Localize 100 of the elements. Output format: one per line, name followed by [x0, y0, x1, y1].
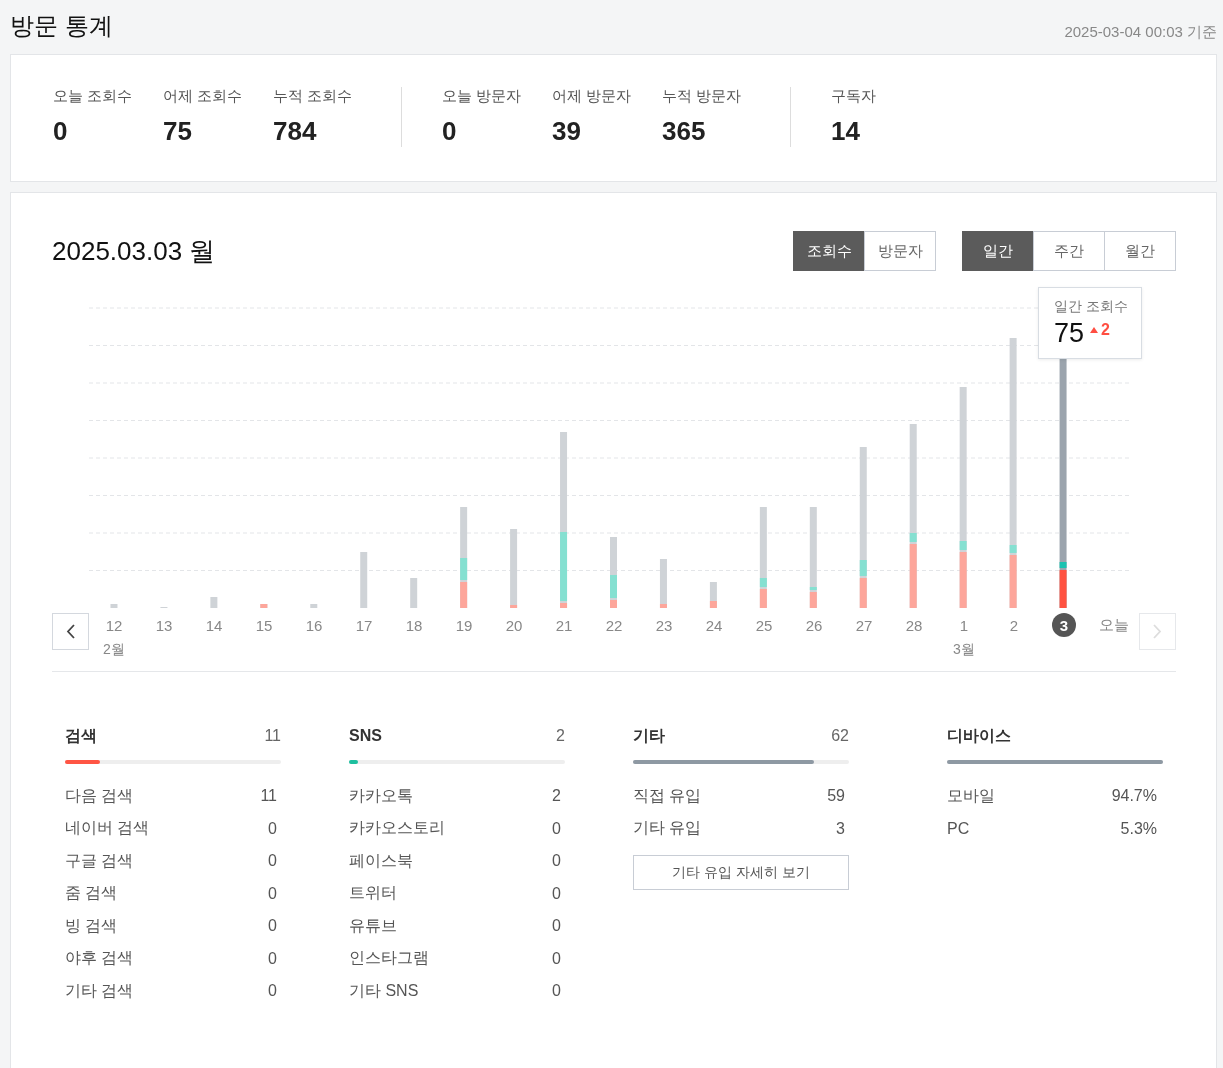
details-button[interactable]: 기타 유입 자세히 보기 [633, 855, 849, 890]
source-label: 네이버 검색 [65, 818, 150, 839]
day-label[interactable]: 13 [152, 613, 176, 637]
source-total: 2 [556, 727, 565, 745]
stat-label: 어제 조회수 [163, 87, 244, 106]
source-value: 59 [827, 787, 845, 806]
stacked-bar [610, 537, 617, 608]
day-label[interactable]: 18 [402, 613, 426, 637]
metric-tab[interactable]: 조회수 [793, 231, 865, 271]
stat-label: 오늘 방문자 [442, 87, 523, 106]
source-value: 0 [268, 819, 277, 838]
day-label[interactable]: 21 [552, 613, 576, 637]
day-label[interactable]: 27 [852, 613, 876, 637]
period-tab[interactable]: 일간 [962, 231, 1034, 271]
source-value: 0 [268, 949, 277, 968]
day-label[interactable]: 28 [902, 613, 926, 637]
day-label[interactable]: 오늘 [1097, 613, 1131, 637]
source-value: 0 [552, 852, 561, 871]
stat-label: 누적 조회수 [273, 87, 354, 106]
tooltip-label: 일간 조회수 [1054, 298, 1129, 316]
source-label: 다음 검색 [65, 785, 134, 806]
source-title: 기타 [633, 725, 665, 746]
timestamp: 2025-03-04 00:03 기준 [1064, 23, 1217, 42]
source-label: 구글 검색 [65, 850, 134, 871]
day-label[interactable]: 25 [752, 613, 776, 637]
stacked-bar [360, 552, 368, 608]
source-label: 모바일 [947, 785, 995, 806]
source-label: 카카오스토리 [349, 818, 445, 839]
stat-label: 누적 방문자 [662, 87, 743, 106]
up-triangle-icon [1090, 326, 1099, 333]
source-label: 유튜브 [349, 915, 397, 936]
source-label: 야후 검색 [65, 948, 134, 969]
source-value: 3 [836, 819, 845, 838]
source-title: 검색 [65, 725, 97, 746]
source-label: 기타 검색 [65, 980, 134, 1001]
day-label[interactable]: 26 [802, 613, 826, 637]
source-value: 0 [268, 917, 277, 936]
source-value: 0 [268, 852, 277, 871]
stat-value: 784 [273, 116, 318, 147]
source-label: 기타 유입 [633, 818, 702, 839]
chevron-left-icon [66, 624, 75, 639]
source-value: 0 [552, 949, 561, 968]
day-label[interactable]: 2 [1002, 613, 1026, 637]
stat-label: 오늘 조회수 [53, 87, 134, 106]
stat-label: 구독자 [831, 87, 877, 106]
source-value: 11 [260, 787, 277, 806]
source-label: 직접 유입 [633, 785, 702, 806]
source-total: 62 [831, 727, 849, 745]
month-label: 3월 [953, 641, 975, 659]
chevron-right-icon [1153, 624, 1162, 639]
source-value: 0 [552, 982, 561, 1001]
stat-label: 어제 방문자 [552, 87, 633, 106]
source-value: 0 [268, 884, 277, 903]
day-label[interactable]: 24 [702, 613, 726, 637]
stat-value: 365 [662, 116, 707, 147]
stacked-bar [260, 604, 268, 608]
source-label: 카카오톡 [349, 785, 413, 806]
day-label[interactable]: 15 [252, 613, 276, 637]
source-value: 0 [552, 884, 561, 903]
source-label: 페이스북 [349, 850, 413, 871]
metric-tab[interactable]: 방문자 [864, 231, 936, 271]
period-tab[interactable]: 월간 [1104, 231, 1176, 271]
day-label[interactable]: 20 [502, 613, 526, 637]
stacked-bar [210, 597, 218, 608]
source-label: 빙 검색 [65, 915, 118, 936]
source-value: 94.7% [1111, 787, 1157, 806]
day-label[interactable]: 23 [652, 613, 676, 637]
day-label[interactable]: 19 [452, 613, 476, 637]
page-title: 방문 통계 [10, 11, 113, 41]
day-label[interactable]: 1 [952, 613, 976, 637]
source-title: SNS [349, 727, 382, 745]
stacked-bar [709, 582, 717, 608]
source-label: PC [947, 819, 970, 838]
day-label[interactable]: 3 [1052, 613, 1076, 637]
day-label[interactable]: 16 [302, 613, 326, 637]
stacked-bar [110, 604, 118, 608]
source-label: 기타 SNS [349, 980, 419, 1001]
stat-value: 75 [163, 116, 193, 147]
date-title: 2025.03.03 월 [52, 234, 216, 268]
source-value: 5.3% [1120, 819, 1157, 838]
tooltip-change: 2 [1090, 320, 1110, 339]
previous-button[interactable] [52, 613, 89, 650]
source-label: 인스타그램 [349, 948, 429, 969]
source-value: 0 [552, 917, 561, 936]
day-label[interactable]: 22 [602, 613, 626, 637]
day-label[interactable]: 17 [352, 613, 376, 637]
stacked-bar [410, 578, 418, 608]
month-label: 2월 [103, 641, 125, 659]
source-title: 디바이스 [947, 725, 1011, 746]
stacked-bar [659, 559, 667, 608]
tooltip-value: 75 [1054, 318, 1085, 349]
stat-value: 0 [442, 116, 458, 147]
stat-value: 14 [831, 116, 861, 147]
source-value: 2 [552, 787, 561, 806]
day-label[interactable]: 14 [202, 613, 226, 637]
source-total: 11 [264, 727, 281, 745]
period-tab[interactable]: 주간 [1033, 231, 1105, 271]
source-label: 줌 검색 [65, 883, 118, 904]
source-value: 0 [268, 982, 277, 1001]
day-label[interactable]: 12 [102, 613, 126, 637]
